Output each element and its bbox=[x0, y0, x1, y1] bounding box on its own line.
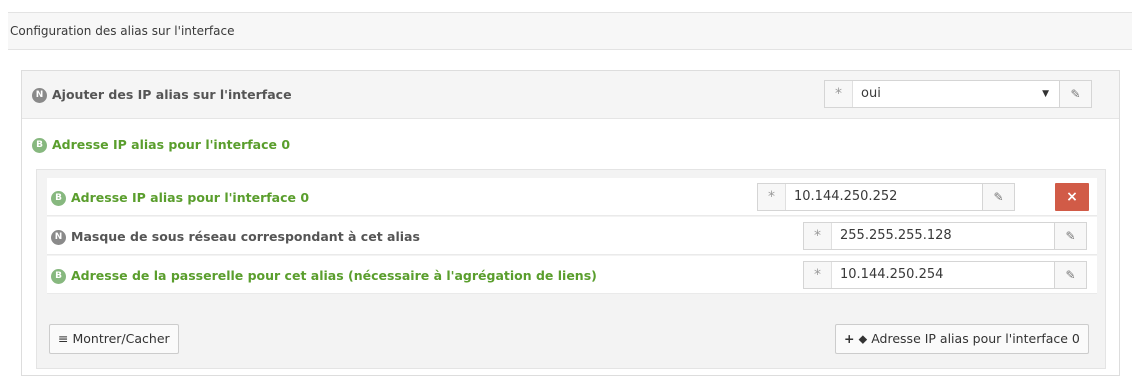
nonessential-badge-icon: N bbox=[32, 88, 47, 103]
edit-icon[interactable]: ✎ bbox=[1054, 262, 1086, 288]
group-title: B Adresse IP alias pour l'interface 0 bbox=[32, 137, 290, 153]
nonessential-badge-icon: N bbox=[51, 230, 66, 245]
section-header: Configuration des alias sur l'interface bbox=[8, 12, 1132, 50]
add-alias-value: oui bbox=[861, 86, 881, 101]
netmask-input[interactable]: * 255.255.255.128 ✎ bbox=[803, 222, 1087, 250]
required-icon: * bbox=[804, 262, 832, 288]
field-label-ip: B Adresse IP alias pour l'interface 0 bbox=[51, 190, 309, 206]
edit-icon[interactable]: ✎ bbox=[982, 184, 1014, 210]
tag-icon: ⬥ bbox=[858, 331, 868, 346]
edit-icon[interactable]: ✎ bbox=[1059, 81, 1091, 107]
basic-badge-icon: B bbox=[51, 191, 66, 206]
alias-panel: N Ajouter des IP alias sur l'interface * … bbox=[21, 70, 1120, 376]
field-row-mask: N Masque de sous réseau correspondant à c… bbox=[47, 217, 1097, 255]
chevron-down-icon: ▼ bbox=[1042, 89, 1049, 99]
add-alias-button[interactable]: + ⬥ Adresse IP alias pour l'interface 0 bbox=[835, 324, 1089, 354]
basic-badge-icon: B bbox=[32, 138, 47, 153]
add-alias-label: N Ajouter des IP alias sur l'interface bbox=[32, 87, 292, 103]
delete-button[interactable]: × bbox=[1055, 183, 1089, 211]
add-alias-select[interactable]: * oui ▼ ✎ bbox=[824, 80, 1092, 108]
required-icon: * bbox=[804, 223, 832, 249]
field-row-ip: B Adresse IP alias pour l'interface 0 * 1… bbox=[47, 178, 1097, 216]
section-title: Configuration des alias sur l'interface bbox=[10, 24, 235, 38]
toggle-button[interactable]: ≡ Montrer/Cacher bbox=[49, 324, 179, 354]
alias-group-box: B Adresse IP alias pour l'interface 0 * 1… bbox=[36, 169, 1106, 369]
plus-icon: + bbox=[844, 331, 855, 346]
field-label-mask: N Masque de sous réseau correspondant à c… bbox=[51, 229, 420, 245]
gateway-input[interactable]: * 10.144.250.254 ✎ bbox=[803, 261, 1087, 289]
field-label-gateway: B Adresse de la passerelle pour cet alias… bbox=[51, 268, 597, 284]
edit-icon[interactable]: ✎ bbox=[1054, 223, 1086, 249]
ip-alias-input[interactable]: * 10.144.250.252 ✎ bbox=[757, 183, 1015, 211]
basic-badge-icon: B bbox=[51, 269, 66, 284]
menu-icon: ≡ bbox=[58, 331, 69, 346]
required-icon: * bbox=[825, 81, 853, 107]
field-row-gateway: B Adresse de la passerelle pour cet alias… bbox=[47, 256, 1097, 294]
required-icon: * bbox=[758, 184, 786, 210]
add-alias-row: N Ajouter des IP alias sur l'interface * … bbox=[22, 71, 1119, 119]
